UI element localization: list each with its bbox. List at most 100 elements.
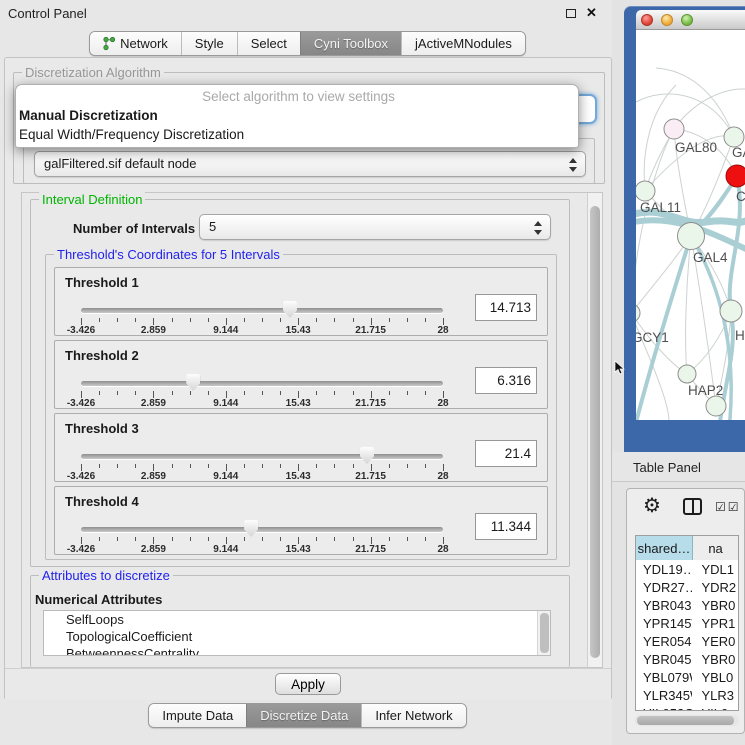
slider-thumb[interactable] (244, 520, 258, 537)
table-cell[interactable]: YBR0 (692, 596, 738, 614)
minimize-traffic-light-icon[interactable] (661, 14, 673, 26)
node-attribute-table[interactable]: shared…na YDL19…YDL1YDR27…YDR2YBR043CYBR… (635, 535, 739, 711)
tab-label: Infer Network (375, 708, 452, 728)
list-vertical-scrollbar[interactable] (537, 611, 550, 655)
tab-impute-data[interactable]: Impute Data (149, 704, 246, 728)
tab-infer-network[interactable]: Infer Network (361, 704, 465, 728)
vertical-scrollbar[interactable] (587, 193, 602, 667)
table-row[interactable]: YLR345WYLR3 (636, 686, 738, 704)
table-cell[interactable]: YPR1 (692, 614, 738, 632)
slider-track[interactable] (81, 527, 443, 532)
tab-network[interactable]: Network (90, 32, 181, 56)
dropdown-item-manual-discretization[interactable]: Manual Discretization (16, 106, 578, 125)
table-cell[interactable]: YIL052C (636, 704, 692, 711)
network-node[interactable] (706, 396, 726, 416)
tab-style[interactable]: Style (181, 32, 237, 56)
dropdown-item-placeholder[interactable]: Select algorithm to view settings (16, 87, 578, 106)
group-title: Discretization Algorithm (22, 65, 164, 80)
table-cell[interactable]: YBL0 (692, 668, 738, 686)
list-item-topologicalcoefficient[interactable]: TopologicalCoefficient (44, 628, 550, 645)
apply-button[interactable]: Apply (275, 673, 341, 695)
table-row[interactable]: YBR045CYBR0 (636, 650, 738, 668)
float-window-icon[interactable] (566, 9, 576, 18)
table-cell[interactable]: YBL079W (636, 668, 692, 686)
threshold-value-field[interactable]: 11.344 (475, 513, 537, 540)
close-icon[interactable]: ✕ (586, 5, 597, 21)
table-cell[interactable]: YDR27… (636, 578, 692, 596)
table-cell[interactable]: YIL0 (692, 704, 738, 711)
network-node[interactable] (724, 127, 744, 147)
column-header-shared-[interactable]: shared… (636, 536, 693, 560)
scrollbar-thumb[interactable] (590, 206, 600, 658)
table-cell[interactable]: YER0 (692, 632, 738, 650)
tab-cyni-toolbox[interactable]: Cyni Toolbox (300, 32, 401, 56)
scrollbar-thumb[interactable] (540, 613, 549, 653)
threshold-value-field[interactable]: 21.4 (475, 440, 537, 467)
network-node[interactable] (726, 165, 745, 187)
table-row[interactable]: YBR043CYBR0 (636, 596, 738, 614)
table-cell[interactable]: YER054C (636, 632, 692, 650)
table-row[interactable]: YER054CYER0 (636, 632, 738, 650)
close-traffic-light-icon[interactable] (641, 14, 653, 26)
network-node[interactable] (678, 223, 705, 250)
group-title: Attributes to discretize (39, 568, 173, 583)
table-cell[interactable]: YLR3 (692, 686, 738, 704)
table-cell[interactable]: YLR345W (636, 686, 692, 704)
tab-jactivemnodules[interactable]: jActiveMNodules (401, 32, 525, 56)
dropdown-item-equal-width-frequency-discretization[interactable]: Equal Width/Frequency Discretization (16, 125, 578, 144)
table-row[interactable]: YBL079WYBL0 (636, 668, 738, 686)
threshold-row-4: Threshold 4-3.4262.8599.14415.4321.71528… (54, 486, 548, 555)
network-node[interactable] (636, 304, 640, 322)
network-node[interactable] (664, 119, 684, 139)
table-data-combobox-value: galFiltered.sif default node (44, 156, 196, 171)
apply-strip: Apply (5, 668, 611, 700)
threshold-label: Threshold 3 (65, 421, 139, 436)
checkboxes-icon[interactable]: ☑☑ (715, 500, 741, 514)
table-cell[interactable]: YDR2 (692, 578, 738, 596)
table-cell[interactable]: YBR045C (636, 650, 692, 668)
tab-select[interactable]: Select (237, 32, 300, 56)
slider-track[interactable] (81, 381, 443, 386)
table-row[interactable]: YDR27…YDR2 (636, 578, 738, 596)
slider-track[interactable] (81, 454, 443, 459)
table-row[interactable]: YPR145WYPR1 (636, 614, 738, 632)
list-item-selfloops[interactable]: SelfLoops (44, 611, 550, 628)
zoom-traffic-light-icon[interactable] (681, 14, 693, 26)
numerical-attributes-list[interactable]: SelfLoopsTopologicalCoefficientBetweenne… (43, 610, 551, 656)
scrollbar-thumb[interactable] (637, 716, 734, 725)
tab-discretize-data[interactable]: Discretize Data (246, 704, 361, 728)
table-cell[interactable]: YDL1 (692, 560, 738, 578)
network-window-titlebar[interactable] (636, 10, 745, 30)
slider-thumb[interactable] (360, 447, 374, 464)
table-row[interactable]: YDL19…YDL1 (636, 560, 738, 578)
attributes-group: Attributes to discretize Numerical Attri… (30, 575, 570, 667)
network-node[interactable] (720, 300, 742, 322)
horizontal-scrollbar[interactable] (635, 715, 739, 726)
gear-icon[interactable]: ⚙ (643, 493, 661, 518)
network-view-canvas[interactable]: GAL80GACGAL11GAL4GCY1HHAP2 (636, 30, 745, 420)
threshold-value-field[interactable]: 6.316 (475, 367, 537, 394)
table-cell[interactable]: YDL19… (636, 560, 692, 578)
threshold-value-field[interactable]: 14.713 (475, 294, 537, 321)
table-cell[interactable]: YPR145W (636, 614, 692, 632)
columns-icon[interactable] (683, 498, 702, 515)
tab-label: Style (195, 36, 224, 56)
table-row[interactable]: YIL052CYIL0 (636, 704, 738, 711)
algorithm-dropdown-popup: Select algorithm to view settings Manual… (15, 84, 579, 148)
table-cell[interactable]: YBR0 (692, 650, 738, 668)
tab-label: Network (120, 36, 168, 56)
number-of-intervals-combobox[interactable]: 5 (199, 214, 551, 240)
combo-spinner-icon (568, 157, 577, 173)
slider-track[interactable] (81, 308, 443, 313)
table-data-combobox[interactable]: galFiltered.sif default node (34, 151, 586, 177)
table-cell[interactable]: YBR043C (636, 596, 692, 614)
node-label-h: H (735, 328, 745, 343)
network-node[interactable] (678, 365, 696, 383)
node-label-gcy1: GCY1 (636, 330, 669, 345)
list-item-betweennesscentrality[interactable]: BetweennessCentrality (44, 645, 550, 656)
network-node[interactable] (636, 181, 655, 201)
slider-thumb[interactable] (283, 301, 297, 318)
column-header-na[interactable]: na (693, 536, 738, 560)
tab-label: Impute Data (162, 708, 233, 728)
slider-thumb[interactable] (186, 374, 200, 391)
